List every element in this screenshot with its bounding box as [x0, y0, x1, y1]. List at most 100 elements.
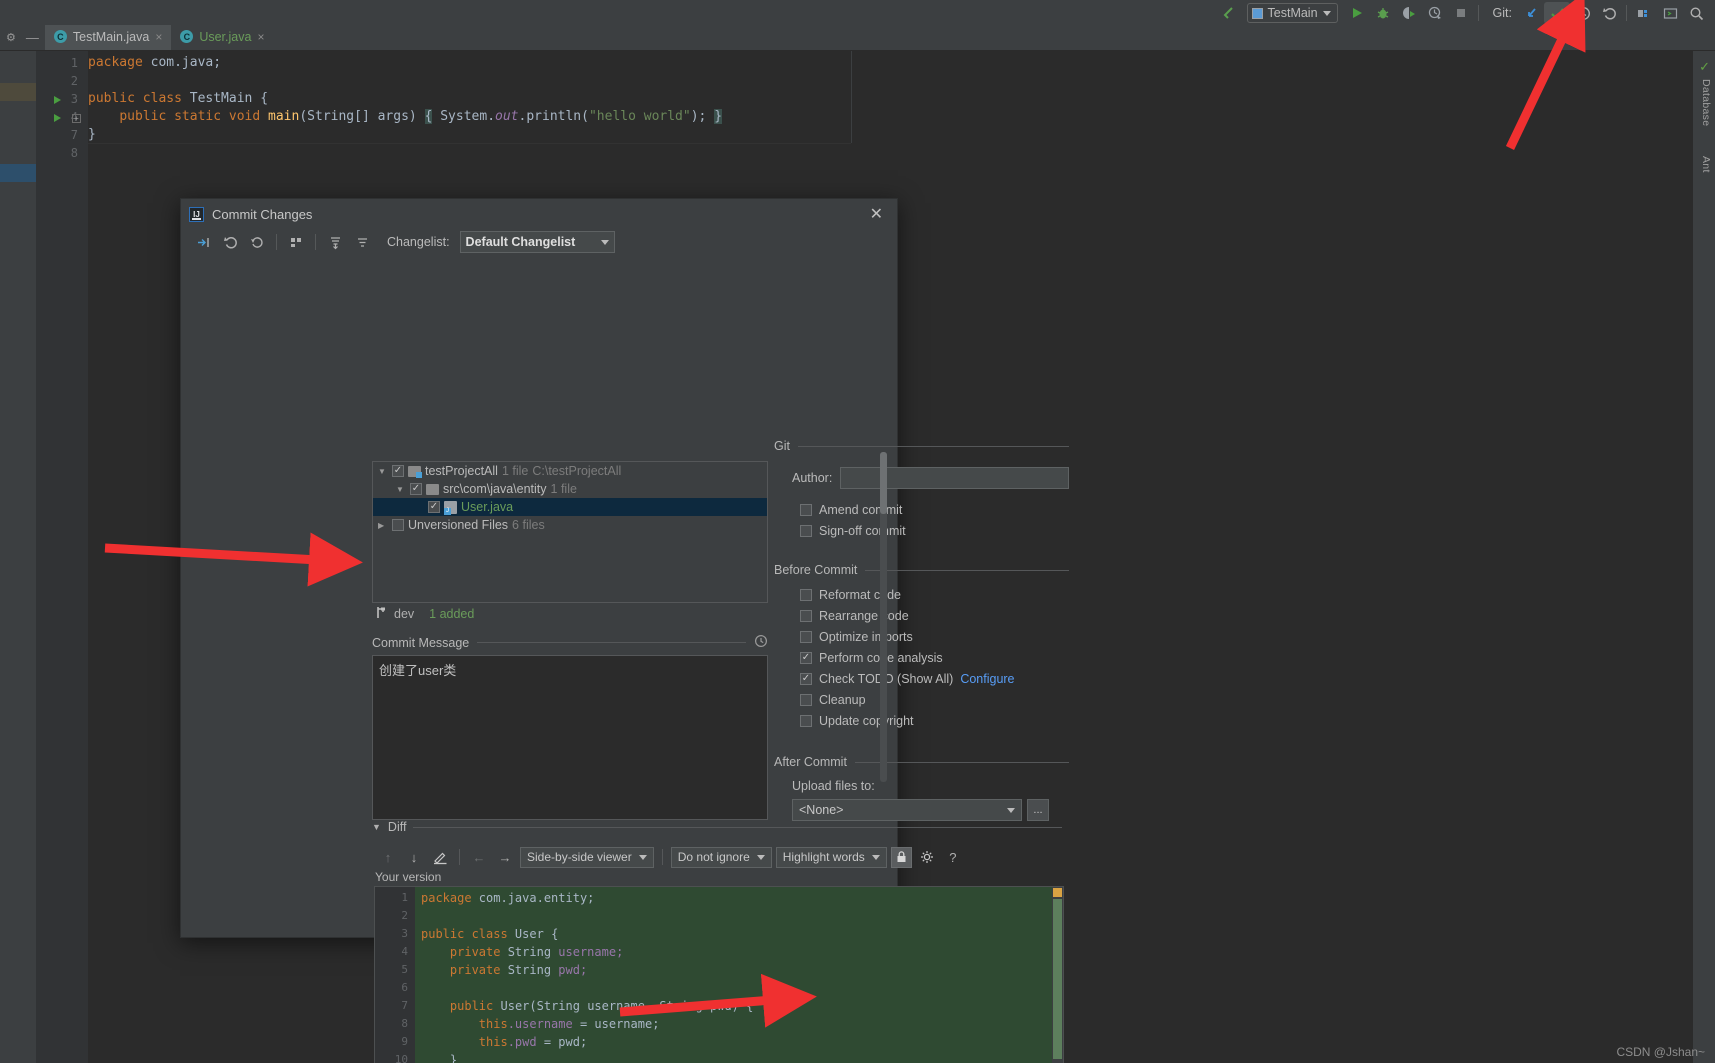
show-diff-icon[interactable]: [191, 231, 215, 253]
settings-gear-icon[interactable]: ⚙: [6, 31, 16, 44]
checkbox[interactable]: [800, 630, 812, 643]
keyword: package: [88, 55, 143, 70]
history-icon[interactable]: [1570, 2, 1596, 24]
checkbox[interactable]: ✓: [428, 501, 440, 513]
checkbox[interactable]: ✓: [410, 483, 422, 495]
diff-viewer[interactable]: 1 2 3 4 5 6 7 8 9 10 11 package com.java…: [374, 886, 1064, 1063]
close-icon[interactable]: ×: [155, 30, 162, 44]
tab-user-java[interactable]: C User.java ×: [171, 25, 273, 50]
option-reformat-code[interactable]: Reformat code: [774, 584, 1069, 605]
diff-marker-warning[interactable]: [1053, 888, 1062, 897]
help-icon[interactable]: ?: [942, 847, 964, 867]
option-rearrange-code[interactable]: Rearrange code: [774, 605, 1069, 626]
tree-row-folder[interactable]: ▼ ✓ src\com\java\entity 1 file: [373, 480, 767, 498]
expand-all-icon[interactable]: [323, 231, 347, 253]
tool-window-database[interactable]: Database: [1700, 79, 1712, 126]
viewer-mode-combo[interactable]: Side-by-side viewer: [520, 846, 654, 868]
option-cleanup[interactable]: Cleanup: [774, 689, 1069, 710]
option-signoff-commit[interactable]: Sign-off commit: [774, 520, 1069, 541]
group-by-icon[interactable]: [284, 231, 308, 253]
lock-icon[interactable]: [890, 846, 912, 868]
checkbox[interactable]: ✓: [800, 651, 812, 664]
checkbox[interactable]: [800, 588, 812, 601]
option-update-copyright[interactable]: Update copyright: [774, 710, 1069, 731]
collapse-all-icon[interactable]: [350, 231, 374, 253]
tab-label: User.java: [199, 29, 252, 44]
chevron-right-icon[interactable]: ▶: [378, 521, 388, 530]
browse-button[interactable]: ...: [1027, 799, 1049, 821]
checkbox[interactable]: [392, 519, 404, 531]
option-check-todo[interactable]: ✓ Check TODO (Show All) Configure: [774, 668, 1069, 689]
search-icon[interactable]: [1683, 2, 1709, 24]
git-commit-icon[interactable]: [1544, 2, 1570, 24]
fold-expand-icon[interactable]: +: [72, 114, 81, 123]
author-field[interactable]: [840, 467, 1069, 489]
debug-icon[interactable]: [1370, 2, 1396, 24]
diff-scrollbar-thumb[interactable]: [1053, 899, 1062, 1059]
chevron-down-icon[interactable]: ▼: [378, 467, 388, 476]
checkbox[interactable]: [800, 609, 812, 622]
highlight-policy-combo[interactable]: Highlight words: [775, 846, 887, 868]
tree-file-count: 1 file: [550, 482, 577, 496]
tree-row-file[interactable]: ✓ User.java: [373, 498, 767, 516]
run-with-coverage-icon[interactable]: [1396, 2, 1422, 24]
upload-target-combo[interactable]: <None>: [792, 799, 1022, 821]
tab-testmain-java[interactable]: C TestMain.java ×: [44, 25, 172, 50]
option-amend-commit[interactable]: Amend commit: [774, 499, 1069, 520]
run-icon[interactable]: [1344, 2, 1370, 24]
tree-row-project[interactable]: ▼ ✓ testProjectAll 1 file C:\testProject…: [373, 462, 767, 480]
code-text: System.: [432, 109, 496, 124]
checkbox[interactable]: [800, 503, 812, 516]
accept-left-icon[interactable]: ←: [468, 847, 490, 867]
profiler-icon[interactable]: [1422, 2, 1448, 24]
stop-icon[interactable]: [1448, 2, 1474, 24]
checkbox[interactable]: [800, 693, 812, 706]
diff-code-area[interactable]: package com.java.entity; public class Us…: [415, 887, 1063, 1063]
run-configuration-selector[interactable]: TestMain: [1246, 3, 1338, 23]
back-arrow-icon[interactable]: [1215, 2, 1241, 24]
edit-source-icon[interactable]: [429, 847, 451, 867]
close-icon[interactable]: ×: [257, 30, 264, 44]
previous-difference-icon[interactable]: ↑: [377, 847, 399, 867]
checkbox[interactable]: ✓: [800, 672, 812, 685]
options-scrollbar-thumb[interactable]: [880, 452, 887, 514]
checkbox[interactable]: [800, 714, 812, 727]
tree-row-unversioned[interactable]: ▶ Unversioned Files 6 files: [373, 516, 767, 534]
configure-link[interactable]: Configure: [960, 672, 1014, 686]
hide-icon[interactable]: —: [26, 30, 39, 45]
option-perform-code-analysis[interactable]: ✓ Perform code analysis: [774, 647, 1069, 668]
divider: [797, 445, 1069, 447]
revert-icon[interactable]: [1596, 2, 1622, 24]
line-number: 7: [70, 128, 78, 142]
class-name: TestMain: [181, 91, 261, 106]
checkbox[interactable]: [800, 524, 812, 537]
commit-changes-dialog: IJ Commit Changes ✕ Changelist: Default …: [180, 198, 1069, 1063]
diff-group-header[interactable]: ▼ Diff: [372, 820, 1062, 834]
next-difference-icon[interactable]: ↓: [403, 847, 425, 867]
chevron-down-icon[interactable]: ▼: [372, 822, 381, 832]
option-optimize-imports[interactable]: Optimize imports: [774, 626, 1069, 647]
changed-files-tree[interactable]: ▼ ✓ testProjectAll 1 file C:\testProject…: [372, 461, 768, 603]
close-icon[interactable]: ✕: [870, 204, 889, 224]
dialog-title: Commit Changes: [212, 206, 313, 222]
ignore-policy-combo[interactable]: Do not ignore: [670, 846, 772, 868]
tool-window-ant[interactable]: Ant: [1700, 156, 1712, 173]
history-clock-icon[interactable]: [754, 634, 768, 651]
commit-message-input[interactable]: 创建了user类: [372, 655, 768, 820]
diff-gutter: 1 2 3 4 5 6 7 8 9 10 11: [375, 887, 415, 1063]
terminal-icon[interactable]: [1657, 2, 1683, 24]
project-structure-icon[interactable]: [1631, 2, 1657, 24]
accept-right-icon[interactable]: →: [494, 847, 516, 867]
changelist-combo[interactable]: Default Changelist: [459, 231, 615, 253]
type: String: [500, 945, 559, 959]
gear-icon[interactable]: [916, 847, 938, 867]
revert-icon[interactable]: [218, 231, 242, 253]
run-gutter-icon[interactable]: [54, 114, 61, 122]
caret-line-marker: [0, 164, 36, 182]
checkbox[interactable]: ✓: [392, 465, 404, 477]
main-toolbar: TestMain Git:: [0, 0, 1715, 26]
chevron-down-icon[interactable]: ▼: [396, 485, 406, 494]
refresh-icon[interactable]: [245, 231, 269, 253]
git-update-project-icon[interactable]: [1518, 2, 1544, 24]
run-gutter-icon[interactable]: [54, 96, 61, 104]
